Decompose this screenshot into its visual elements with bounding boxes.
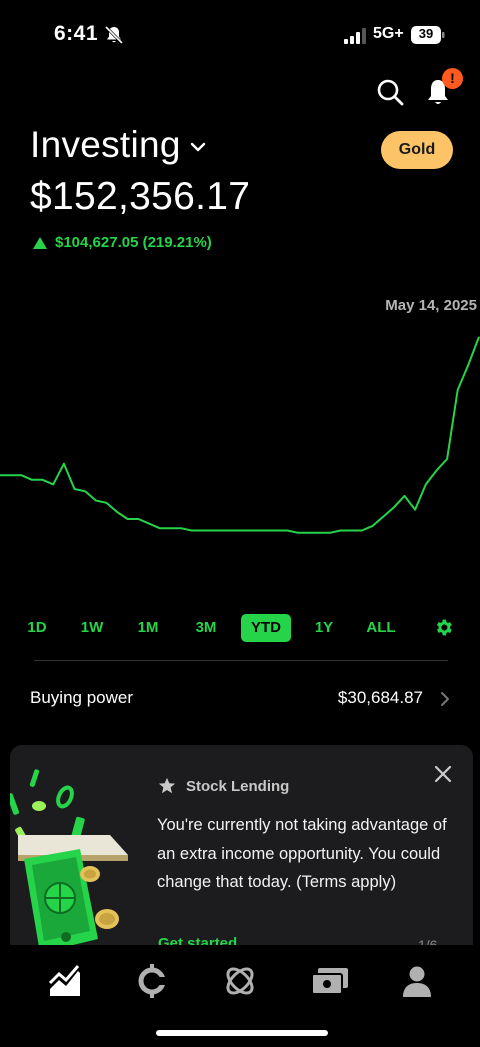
page-title: Investing [30, 124, 181, 165]
range-all[interactable]: ALL [362, 614, 400, 642]
portfolio-chart[interactable] [0, 320, 480, 610]
close-icon[interactable] [434, 765, 452, 783]
gear-icon[interactable] [433, 617, 454, 638]
search-icon[interactable] [376, 78, 404, 106]
chart-date-label: May 14, 2025 [385, 297, 477, 314]
buying-power-label: Buying power [30, 688, 134, 707]
notification-badge: ! [442, 68, 463, 89]
battery-level: 39 [418, 26, 434, 41]
up-triangle-icon [33, 236, 47, 249]
time-range-selector: 1D 1W 1M 3M YTD 1Y ALL [0, 614, 480, 644]
range-1m[interactable]: 1M [131, 614, 165, 642]
range-1y[interactable]: 1Y [308, 614, 340, 642]
buying-power-row[interactable]: Buying power $30,684.87 [30, 683, 450, 713]
money-illustration-icon [10, 769, 128, 953]
star-icon [158, 777, 176, 794]
card-tag-label: Stock Lending [186, 777, 290, 795]
profile-icon[interactable] [399, 963, 435, 999]
stock-lending-card[interactable]: Stock Lending You're currently not takin… [10, 745, 473, 955]
chevron-down-icon [190, 142, 205, 152]
gold-button[interactable]: Gold [381, 131, 453, 169]
chart-icon[interactable] [47, 963, 83, 999]
portfolio-gain: $104,627.05 (219.21%) [33, 234, 212, 251]
range-ytd[interactable]: YTD [241, 614, 291, 642]
network-icon[interactable] [222, 963, 258, 999]
status-time: 6:41 [54, 22, 99, 45]
gain-text: $104,627.05 (219.21%) [55, 234, 212, 251]
card-body-text: You're currently not taking advantage of… [157, 816, 447, 891]
account-selector[interactable]: Investing [30, 124, 207, 166]
crypto-icon[interactable] [134, 963, 170, 999]
portfolio-value: $152,356.17 [30, 175, 251, 218]
chevron-right-icon [441, 692, 449, 706]
portfolio-line [0, 336, 480, 534]
card-tag: Stock Lending [158, 777, 289, 795]
status-bar: 6:41 5G+ 39 [0, 0, 480, 70]
range-3m[interactable]: 3M [188, 614, 224, 642]
cash-card-icon[interactable] [310, 963, 350, 999]
home-indicator [156, 1030, 328, 1036]
bell-off-icon [104, 25, 124, 45]
range-1w[interactable]: 1W [75, 614, 109, 642]
network-type: 5G+ [373, 25, 404, 42]
buying-power-value: $30,684.87 [337, 688, 423, 707]
divider [34, 660, 448, 661]
range-1d[interactable]: 1D [22, 614, 52, 642]
signal-icon [344, 28, 366, 44]
